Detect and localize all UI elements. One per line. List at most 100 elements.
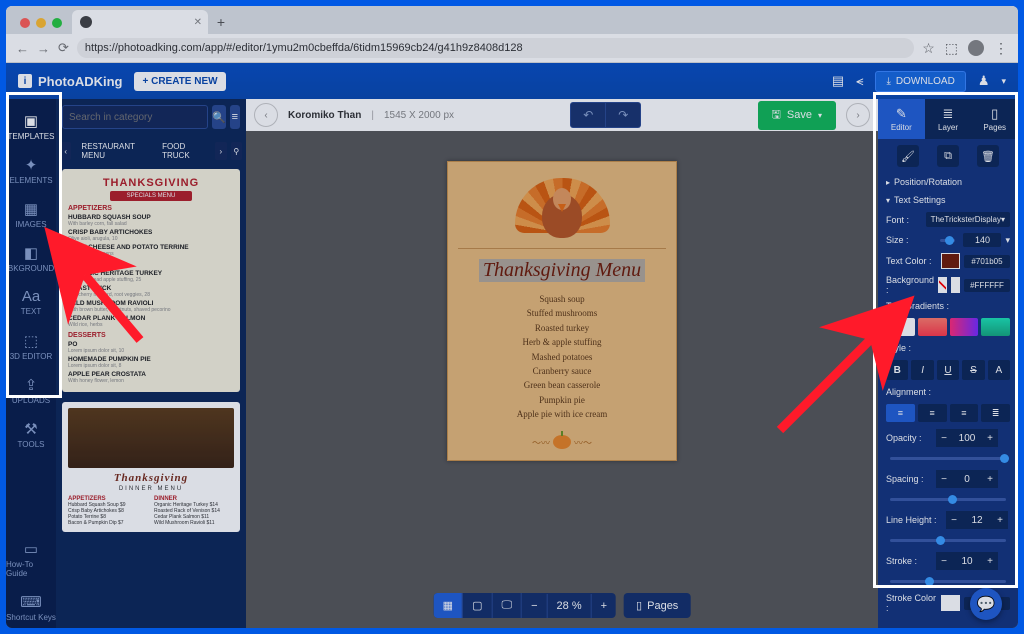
spacing-minus[interactable]: − [936, 470, 952, 488]
gradient-swatch[interactable] [918, 318, 947, 336]
zoom-out-button[interactable]: − [522, 594, 547, 618]
design-canvas[interactable]: Thanksgiving Menu Squash soup Stuffed mu… [447, 161, 677, 461]
opacity-plus[interactable]: + [982, 429, 998, 447]
align-justify-button[interactable]: ≣ [981, 404, 1010, 422]
font-select[interactable]: TheTricksterDisplay▾ [926, 212, 1010, 227]
next-page-button[interactable]: › [846, 103, 870, 127]
template-card[interactable]: THANKSGIVING SPECIALS MENU APPETIZERS HU… [62, 169, 240, 392]
star-icon[interactable]: ☆ [922, 40, 935, 57]
opacity-value[interactable]: 100 [952, 429, 982, 447]
profile-icon[interactable] [968, 40, 984, 56]
back-button[interactable]: ← [16, 41, 29, 56]
stroke-plus[interactable]: + [982, 552, 998, 570]
save-button[interactable]: 🖫 Save ▾ [758, 101, 836, 130]
fit-grid-button[interactable]: ▦ [434, 593, 463, 618]
extension-icon[interactable]: ⬚ [945, 40, 958, 57]
app-logo[interactable]: i PhotoADKing [18, 74, 122, 89]
chat-button[interactable]: 💬 [970, 588, 1002, 620]
gradient-swatch[interactable] [981, 318, 1010, 336]
rail-text[interactable]: AaTEXT [6, 281, 56, 323]
lh-plus[interactable]: + [992, 511, 1008, 529]
bg-color-hex[interactable]: #FFFFFF [964, 279, 1010, 292]
menu-icon[interactable]: ⋮ [994, 40, 1008, 57]
duplicate-button[interactable]: ⧉ [937, 145, 959, 167]
add-gradient-button[interactable]: + [886, 318, 915, 336]
bg-none-swatch[interactable] [938, 277, 947, 293]
cat-item[interactable]: FOOD TRUCK [156, 139, 211, 163]
stroke-value[interactable]: 10 [952, 552, 982, 570]
redo-button[interactable]: ↷ [606, 102, 641, 128]
rail-elements[interactable]: ✦ELEMENTS [6, 149, 56, 191]
prev-page-button[interactable]: ‹ [254, 103, 278, 127]
chevron-down-icon[interactable]: ▾ [1001, 76, 1006, 87]
stroke-minus[interactable]: − [936, 552, 952, 570]
rail-images[interactable]: ▦IMAGES [6, 193, 56, 235]
stroke-slider[interactable] [890, 580, 1006, 583]
menu-items-text[interactable]: Squash soup Stuffed mushrooms Roasted tu… [517, 292, 607, 422]
size-slider[interactable] [940, 239, 955, 242]
text-color-swatch[interactable] [941, 253, 960, 269]
present-button[interactable]: 🖵 [492, 593, 522, 618]
share-icon[interactable]: ⪪ [856, 73, 863, 89]
cat-next[interactable]: › [215, 142, 226, 160]
pages-button[interactable]: ▯ Pages [624, 593, 690, 618]
rail-templates[interactable]: ▣TEMPLATES [6, 105, 56, 147]
size-value[interactable]: 140 [963, 233, 1001, 247]
spacing-value[interactable]: 0 [952, 470, 982, 488]
window-controls[interactable] [14, 18, 68, 34]
rail-3d-editor[interactable]: ⬚3D EDITOR [6, 325, 56, 367]
list-toggle-button[interactable]: ≡ [230, 105, 240, 129]
case-button[interactable]: A [988, 360, 1010, 380]
format-painter-button[interactable]: 🖌 [897, 145, 919, 167]
spacing-plus[interactable]: + [982, 470, 998, 488]
zoom-in-button[interactable]: + [592, 594, 616, 618]
text-color-hex[interactable]: #701b05 [964, 255, 1010, 268]
cat-prev[interactable]: ‹ [60, 142, 71, 160]
template-card[interactable]: Thanksgiving DINNER MENU APPETIZERS Hubb… [62, 402, 240, 532]
search-button[interactable]: 🔍 [212, 105, 226, 129]
close-icon[interactable]: ✕ [194, 17, 202, 28]
rail-howto[interactable]: ▭How-To Guide [6, 538, 56, 580]
cat-item[interactable]: RESTAURANT MENU [75, 139, 152, 163]
spacing-slider[interactable] [890, 498, 1006, 501]
rail-tools[interactable]: ⚒TOOLS [6, 413, 56, 455]
new-tab-button[interactable]: + [212, 13, 230, 31]
fit-single-button[interactable]: ▢ [463, 593, 492, 618]
tab-layer[interactable]: ≣Layer [925, 99, 972, 139]
opacity-minus[interactable]: − [936, 429, 952, 447]
reload-button[interactable]: ⟳ [58, 40, 69, 56]
tab-editor[interactable]: ✎Editor [878, 99, 925, 139]
align-center-button[interactable]: ≡ [918, 404, 947, 422]
user-menu-icon[interactable]: ♟ [978, 73, 990, 89]
opacity-slider[interactable] [890, 457, 1006, 460]
cat-filter[interactable]: ⚲ [231, 142, 242, 160]
browser-tab[interactable]: ✕ [72, 10, 208, 34]
bg-color-swatch[interactable] [951, 277, 960, 293]
lh-minus[interactable]: − [946, 511, 962, 529]
create-new-button[interactable]: + CREATE NEW [134, 72, 225, 91]
comments-icon[interactable]: ▤ [832, 73, 844, 89]
address-bar[interactable] [77, 38, 914, 58]
underline-button[interactable]: U [937, 360, 959, 380]
text-settings-section[interactable]: ▾Text Settings [878, 191, 1018, 209]
menu-title-text[interactable]: Thanksgiving Menu [479, 259, 645, 282]
align-left-button[interactable]: ≡ [886, 404, 915, 422]
tab-pages[interactable]: ▯Pages [971, 99, 1018, 139]
stroke-color-swatch[interactable] [941, 595, 960, 611]
align-right-button[interactable]: ≡ [950, 404, 979, 422]
lineheight-slider[interactable] [890, 539, 1006, 542]
rail-background[interactable]: ◧BKGROUND [6, 237, 56, 279]
undo-button[interactable]: ↶ [570, 102, 606, 128]
rail-shortcuts[interactable]: ⌨Shortcut Keys [6, 586, 56, 628]
canvas-stage[interactable]: Thanksgiving Menu Squash soup Stuffed mu… [246, 131, 878, 628]
italic-button[interactable]: I [911, 360, 933, 380]
delete-button[interactable]: 🗑 [977, 145, 999, 167]
bold-button[interactable]: B [886, 360, 908, 380]
download-button[interactable]: ⤓ DOWNLOAD [875, 71, 965, 92]
strike-button[interactable]: S [962, 360, 984, 380]
gradient-swatch[interactable] [950, 318, 979, 336]
rail-uploads[interactable]: ⇪UPLOADS [6, 369, 56, 411]
pos-rot-section[interactable]: ▸Position/Rotation [878, 173, 1018, 191]
lh-value[interactable]: 12 [962, 511, 992, 529]
zoom-value[interactable]: 28 % [548, 594, 592, 618]
